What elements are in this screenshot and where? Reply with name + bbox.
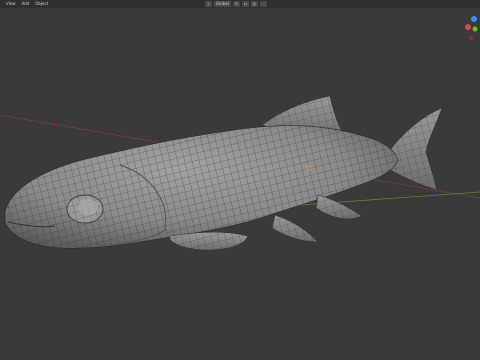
scene-canvas[interactable] — [0, 0, 480, 360]
gizmo-z-icon[interactable] — [471, 16, 477, 22]
navigation-gizmo[interactable] — [464, 15, 478, 45]
gizmo-neg-x-icon[interactable] — [468, 35, 474, 41]
gizmo-y-icon[interactable] — [472, 26, 478, 32]
fish-mesh[interactable] — [4, 95, 443, 251]
gizmo-x-icon[interactable] — [465, 24, 471, 30]
3d-viewport[interactable]: View Add Object ⊹ Global ⊙ ⊔ ◎ ⋯ — [0, 0, 480, 360]
